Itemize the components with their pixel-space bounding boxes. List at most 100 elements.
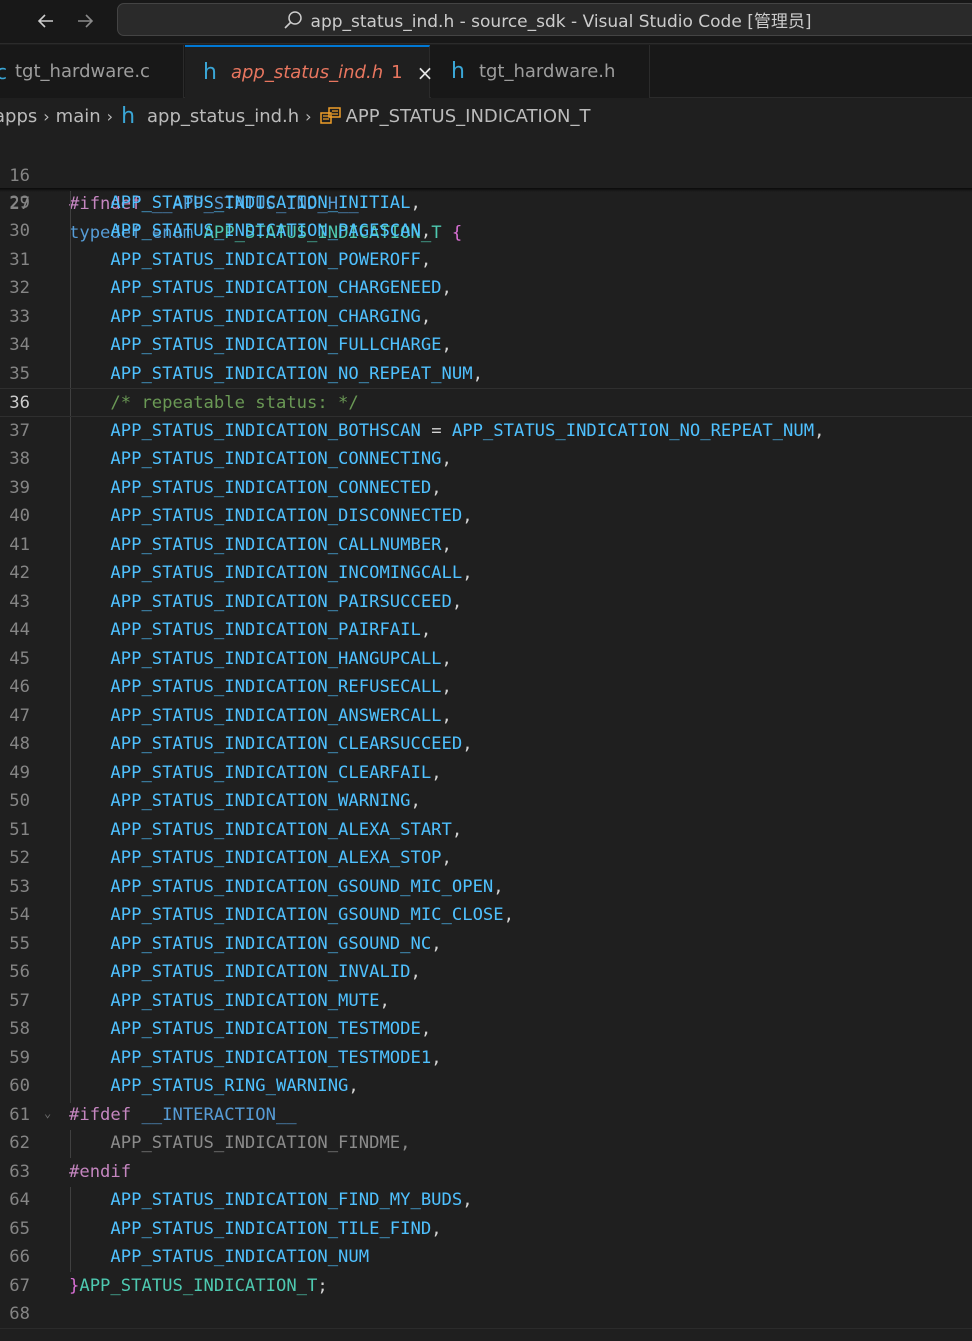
code-line[interactable]: 35 APP_STATUS_INDICATION_NO_REPEAT_NUM, xyxy=(0,360,972,389)
line-number: 58 xyxy=(9,1019,30,1039)
punctuation: , xyxy=(462,1190,473,1210)
punctuation: , xyxy=(503,905,514,925)
code-line[interactable]: 40 APP_STATUS_INDICATION_DISCONNECTED, xyxy=(0,502,972,531)
code-line[interactable]: 44 APP_STATUS_INDICATION_PAIRFAIL, xyxy=(0,616,972,645)
enum-value: APP_STATUS_INDICATION_FULLCHARGE xyxy=(110,335,442,355)
punctuation: , xyxy=(410,962,421,982)
code-line[interactable]: 43 APP_STATUS_INDICATION_PAIRSUCCEED, xyxy=(0,588,972,617)
chevron-down-icon[interactable]: ⌄ xyxy=(44,1099,51,1128)
sticky-line[interactable]: 27 typedef enum APP_STATUS_INDICATION_T … xyxy=(0,162,972,243)
arrow-left-icon[interactable] xyxy=(31,6,61,36)
code-line[interactable]: 60 APP_STATUS_RING_WARNING, xyxy=(0,1072,972,1101)
enum-value: APP_STATUS_INDICATION_PAIRSUCCEED xyxy=(110,591,452,612)
line-number: 46 xyxy=(9,677,30,697)
code-line[interactable]: 36 /* repeatable status: */ xyxy=(0,388,972,417)
line-number: 33 xyxy=(9,306,30,327)
punctuation: , xyxy=(451,591,463,612)
enum-value: APP_STATUS_INDICATION_CALLNUMBER xyxy=(110,534,442,555)
code-line[interactable]: 29 APP_STATUS_INDICATION_INITIAL, xyxy=(0,189,972,218)
code-line[interactable]: 31 APP_STATUS_INDICATION_POWEROFF, xyxy=(0,246,972,275)
divider xyxy=(0,1328,972,1329)
code-line[interactable]: 68 xyxy=(0,1300,972,1329)
enum-value: APP_STATUS_INDICATION_CHARGING xyxy=(110,306,421,327)
enum-value: APP_STATUS_INDICATION_NO_REPEAT_NUM xyxy=(110,363,473,384)
tab-label: tgt_hardware.h xyxy=(478,61,616,82)
code-line[interactable]: 63 #endif xyxy=(0,1158,972,1187)
line-number: 68 xyxy=(9,1304,30,1324)
punctuation: , xyxy=(441,648,452,669)
chevron-right-icon: › xyxy=(43,106,50,126)
code-line[interactable]: 39 APP_STATUS_INDICATION_CONNECTED, xyxy=(0,474,972,503)
line-number: 59 xyxy=(9,1047,30,1068)
code-line[interactable]: 67}APP_STATUS_INDICATION_T; xyxy=(0,1272,972,1301)
enum-value: APP_STATUS_INDICATION_TESTMODE1 xyxy=(110,1047,432,1068)
code-line[interactable]: 50 APP_STATUS_INDICATION_WARNING, xyxy=(0,787,972,816)
enum-value: APP_STATUS_INDICATION_ANSWERCALL xyxy=(110,705,442,726)
code-line[interactable]: 49 APP_STATUS_INDICATION_CLEARFAIL, xyxy=(0,759,972,788)
line-number: 52 xyxy=(9,848,30,868)
punctuation: , xyxy=(451,819,463,840)
code-line[interactable]: 42 APP_STATUS_INDICATION_INCOMINGCALL, xyxy=(0,559,972,588)
code-line[interactable]: 47 APP_STATUS_INDICATION_ANSWERCALL, xyxy=(0,702,972,731)
line-number: 67 xyxy=(9,1275,30,1296)
code-line[interactable]: 54 APP_STATUS_INDICATION_GSOUND_MIC_CLOS… xyxy=(0,901,972,930)
type-name: APP_STATUS_INDICATION_T xyxy=(79,1275,318,1296)
problem-count-badge: 1 xyxy=(391,62,403,83)
punctuation: , xyxy=(462,734,473,754)
arrow-right-icon[interactable] xyxy=(70,6,100,36)
tab-tgt-hardware-h[interactable]: h tgt_hardware.h xyxy=(431,45,650,98)
code-line[interactable]: 57 APP_STATUS_INDICATION_MUTE, xyxy=(0,987,972,1016)
tab-app-status-ind-h[interactable]: h app_status_ind.h 1 × xyxy=(185,45,433,98)
enum-value: APP_STATUS_INDICATION_ALEXA_STOP xyxy=(110,848,442,868)
code-line[interactable]: 55 APP_STATUS_INDICATION_GSOUND_NC, xyxy=(0,930,972,959)
code-line[interactable]: 38 APP_STATUS_INDICATION_CONNECTING, xyxy=(0,445,972,474)
code-line[interactable]: 37 APP_STATUS_INDICATION_BOTHSCAN = APP_… xyxy=(0,417,972,446)
line-number: 32 xyxy=(9,278,30,298)
code-line[interactable]: 61 #ifdef __INTERACTION__ ⌄ xyxy=(0,1101,972,1130)
line-number: 64 xyxy=(9,1190,30,1210)
code-line[interactable]: 51 APP_STATUS_INDICATION_ALEXA_START, xyxy=(0,816,972,845)
enum-value: APP_STATUS_INDICATION_CONNECTING xyxy=(110,449,442,469)
breadcrumb-folder-apps[interactable]: apps xyxy=(0,106,37,127)
enum-value: APP_STATUS_INDICATION_POWEROFF xyxy=(110,249,421,270)
code-line[interactable]: 56 APP_STATUS_INDICATION_INVALID, xyxy=(0,958,972,987)
line-number: 49 xyxy=(9,762,30,783)
code-line[interactable]: 58 APP_STATUS_INDICATION_TESTMODE, xyxy=(0,1015,972,1044)
line-number: 61 xyxy=(9,1104,30,1125)
breadcrumb-file[interactable]: app_status_ind.h xyxy=(147,106,299,127)
line-number: 51 xyxy=(9,819,30,840)
code-line[interactable]: 52 APP_STATUS_INDICATION_ALEXA_STOP, xyxy=(0,844,972,873)
tab-tgt-hardware-c[interactable]: c tgt_hardware.c xyxy=(0,45,184,98)
punctuation: , xyxy=(462,506,473,526)
code-line[interactable]: 33 APP_STATUS_INDICATION_CHARGING, xyxy=(0,303,972,332)
inactive-code: APP_STATUS_INDICATION_FINDME, xyxy=(110,1133,411,1153)
code-line[interactable]: 32 APP_STATUS_INDICATION_CHARGENEED, xyxy=(0,274,972,303)
code-line[interactable]: 30 APP_STATUS_INDICATION_PAGESCAN, xyxy=(0,217,972,246)
enum-value: APP_STATUS_INDICATION_ALEXA_START xyxy=(110,819,452,840)
line-number: 42 xyxy=(9,563,30,583)
code-line[interactable]: 45 APP_STATUS_INDICATION_HANGUPCALL, xyxy=(0,645,972,674)
code-line[interactable]: 48 APP_STATUS_INDICATION_CLEARSUCCEED, xyxy=(0,730,972,759)
code-line[interactable]: 53 APP_STATUS_INDICATION_GSOUND_MIC_OPEN… xyxy=(0,873,972,902)
code-line[interactable]: 46 APP_STATUS_INDICATION_REFUSECALL, xyxy=(0,673,972,702)
breadcrumb-symbol[interactable]: APP_STATUS_INDICATION_T xyxy=(346,106,591,127)
line-number: 57 xyxy=(9,990,30,1011)
command-center-search[interactable]: app_status_ind.h - source_sdk - Visual S… xyxy=(117,3,972,36)
breadcrumb: apps › main › h app_status_ind.h › APP_S… xyxy=(0,99,972,133)
code-line[interactable]: 62 APP_STATUS_INDICATION_FINDME, xyxy=(0,1129,972,1158)
punctuation: , xyxy=(462,563,473,583)
code-line[interactable]: 59 APP_STATUS_INDICATION_TESTMODE1, xyxy=(0,1044,972,1073)
code-line[interactable]: 65 APP_STATUS_INDICATION_TILE_FIND, xyxy=(0,1215,972,1244)
punctuation: , xyxy=(493,876,504,897)
code-line[interactable]: 41 APP_STATUS_INDICATION_CALLNUMBER, xyxy=(0,531,972,560)
code-editor[interactable]: 16 #ifndef __APP_STATUS_IND_H__ 27 typed… xyxy=(0,133,972,1341)
enum-value: APP_STATUS_RING_WARNING xyxy=(110,1076,349,1096)
sticky-line[interactable]: 16 #ifndef __APP_STATUS_IND_H__ xyxy=(0,133,972,215)
code-line[interactable]: 64 APP_STATUS_INDICATION_FIND_MY_BUDS, xyxy=(0,1186,972,1215)
punctuation: , xyxy=(431,477,442,498)
line-number: 41 xyxy=(9,534,30,555)
code-line[interactable]: 66 APP_STATUS_INDICATION_NUM xyxy=(0,1243,972,1272)
code-line[interactable]: 34 APP_STATUS_INDICATION_FULLCHARGE, xyxy=(0,331,972,360)
code-comment: /* repeatable status: */ xyxy=(110,393,359,413)
breadcrumb-folder-main[interactable]: main xyxy=(56,106,101,127)
